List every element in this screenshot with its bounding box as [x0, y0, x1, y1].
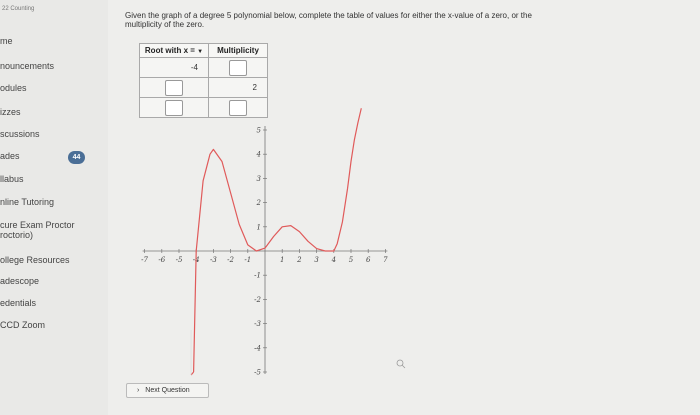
x-tick-label: 2 — [296, 256, 302, 264]
y-tick-label: 5 — [257, 127, 262, 135]
x-tick-label: -5 — [176, 256, 183, 264]
polynomial-curve-tail — [190, 371, 195, 376]
x-tick-label: 1 — [280, 256, 284, 264]
chevron-right-icon: › — [137, 387, 140, 394]
y-tick-label: 1 — [257, 223, 261, 231]
magnifier-handle — [401, 364, 406, 369]
y-tick-label: 2 — [256, 199, 262, 207]
x-tick-label: -3 — [210, 256, 217, 264]
y-tick-label: 3 — [257, 175, 262, 183]
y-tick-label: -4 — [254, 344, 261, 352]
x-tick-label: -7 — [141, 256, 148, 264]
x-tick-label: -1 — [244, 256, 251, 264]
x-tick-label: 4 — [331, 256, 336, 264]
x-tick-label: 7 — [383, 256, 388, 264]
polynomial-curve — [193, 108, 362, 373]
y-tick-label: -2 — [254, 296, 261, 304]
x-tick-label: 5 — [349, 256, 354, 264]
x-tick-label: 6 — [366, 256, 371, 264]
x-tick-label: 3 — [314, 256, 319, 264]
x-tick-label: -2 — [227, 256, 234, 264]
next-question-button[interactable]: › Next Question — [126, 383, 209, 398]
y-tick-label: -5 — [254, 369, 261, 377]
y-tick-label: 4 — [256, 151, 261, 159]
x-tick-label: -6 — [158, 256, 165, 264]
polynomial-graph: -7 -6 -5 -4 -3 -2 -1 1 2 3 4 5 6 754321-1-2-3-4-5 — [141, 108, 406, 377]
y-tick-label: -1 — [254, 272, 261, 280]
y-tick-label: -3 — [254, 320, 261, 328]
